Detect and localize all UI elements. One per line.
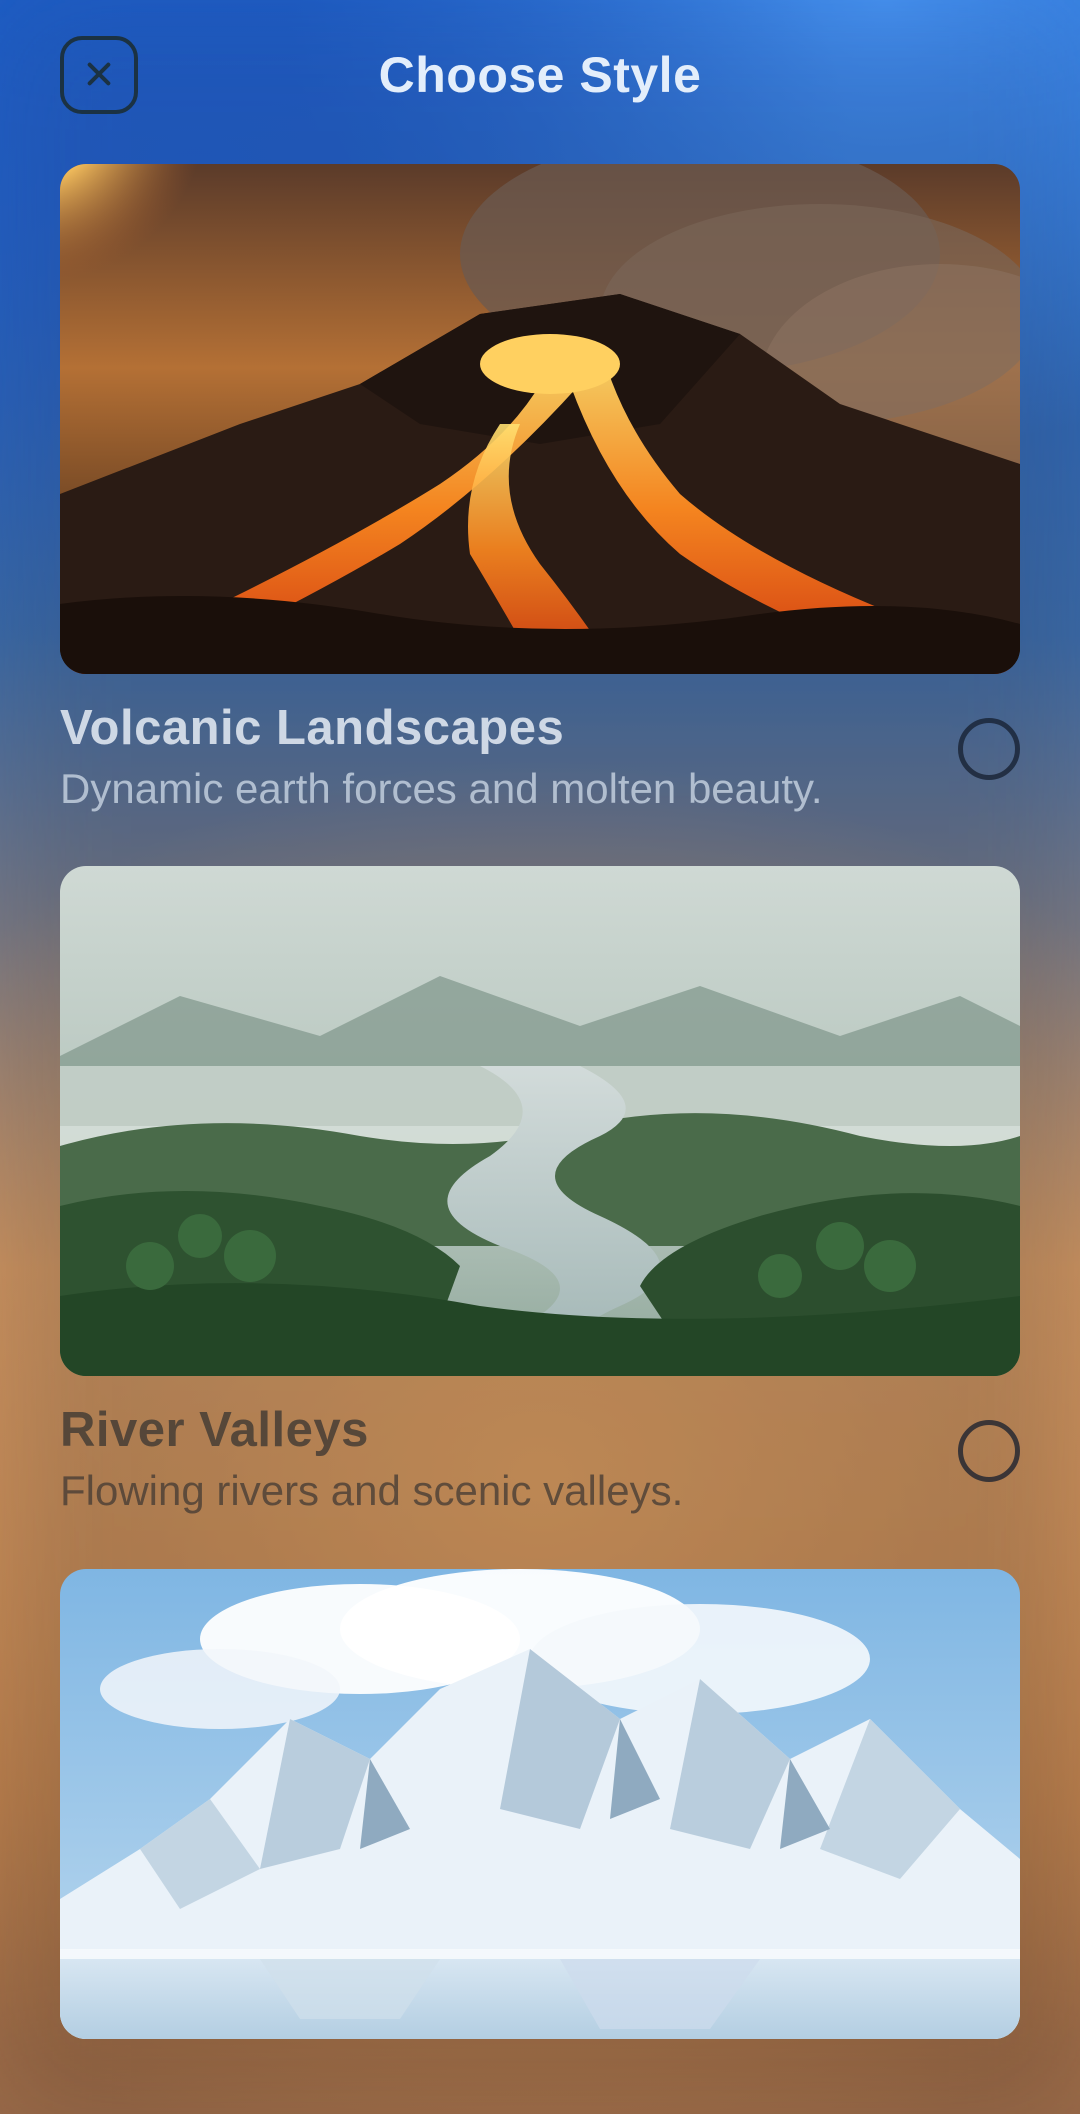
style-subtitle: Dynamic earth forces and molten beauty. [60,764,928,814]
style-card-river[interactable]: River Valleys Flowing rivers and scenic … [60,866,1020,1528]
page-title: Choose Style [379,46,702,104]
style-title: River Valleys [60,1402,928,1458]
style-card-volcanic[interactable]: Volcanic Landscapes Dynamic earth forces… [60,164,1020,826]
header: Choose Style [0,0,1080,134]
close-icon [83,58,115,93]
style-thumbnail-volcanic [60,164,1020,674]
style-thumbnail-river [60,866,1020,1376]
close-button[interactable] [60,36,138,114]
style-card-snowy[interactable] [60,1569,1020,2039]
style-subtitle: Flowing rivers and scenic valleys. [60,1466,928,1516]
style-radio[interactable] [958,1420,1020,1482]
style-meta: River Valleys Flowing rivers and scenic … [60,1376,1020,1528]
style-list: Volcanic Landscapes Dynamic earth forces… [0,134,1080,2039]
style-radio[interactable] [958,718,1020,780]
style-meta: Volcanic Landscapes Dynamic earth forces… [60,674,1020,826]
style-title: Volcanic Landscapes [60,700,928,756]
style-thumbnail-snowy [60,1569,1020,2039]
